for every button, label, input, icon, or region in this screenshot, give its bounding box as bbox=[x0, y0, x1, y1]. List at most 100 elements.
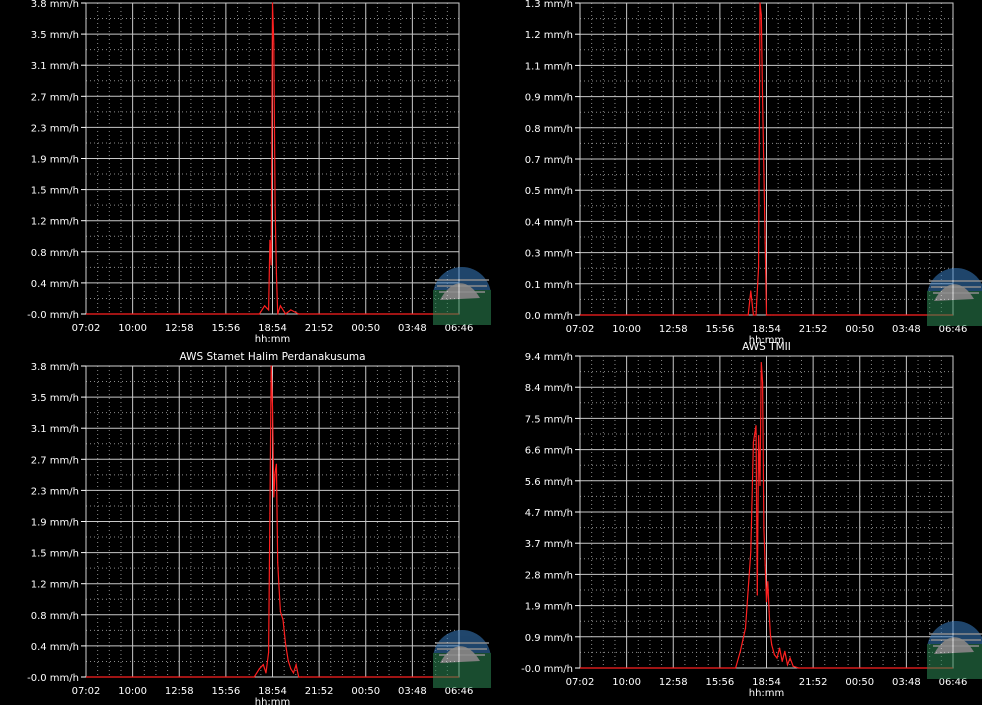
data-point bbox=[290, 309, 292, 311]
x-tick-label: 15:56 bbox=[211, 686, 240, 697]
x-tick-label: 15:56 bbox=[705, 324, 734, 335]
chart-panel-3: -0.0 mm/h 0.4 mm/h 0.8 mm/h 1.2 mm/h 1.5 mm/… bbox=[27, 351, 491, 705]
data-point bbox=[764, 564, 766, 566]
data-point bbox=[274, 471, 276, 473]
data-point bbox=[253, 676, 255, 678]
data-point bbox=[761, 98, 764, 100]
data-point bbox=[792, 665, 794, 667]
data-point bbox=[784, 650, 786, 653]
y-tick-label: 0.3 mm/h bbox=[525, 249, 573, 260]
x-tick-label: 07:02 bbox=[566, 324, 595, 335]
y-tick-label: 0.4 mm/h bbox=[525, 217, 573, 228]
y-tick-label: 0.8 mm/h bbox=[525, 124, 573, 135]
x-tick-label: 07:02 bbox=[72, 686, 101, 697]
data-point bbox=[763, 527, 765, 530]
data-point bbox=[275, 463, 278, 465]
y-tick-label: 0.0 mm/h bbox=[525, 311, 573, 322]
data-point bbox=[264, 305, 266, 307]
data-point bbox=[778, 647, 781, 649]
y-tick-label: 5.6 mm/h bbox=[525, 477, 573, 488]
data-point bbox=[760, 14, 762, 16]
data-point bbox=[765, 601, 768, 603]
data-point bbox=[767, 314, 769, 316]
chart-panel-2: 0.0 mm/h 0.1 mm/h 0.3 mm/h 0.4 mm/h 0.5 mm/h… bbox=[525, 0, 982, 346]
data-point bbox=[756, 594, 758, 596]
data-point bbox=[269, 239, 271, 241]
data-point bbox=[767, 581, 769, 583]
y-tick-label: 1.9 mm/h bbox=[31, 518, 79, 529]
data-point bbox=[760, 362, 762, 364]
y-tick-label: 0.4 mm/h bbox=[31, 279, 79, 290]
data-point bbox=[277, 313, 279, 315]
data-point bbox=[279, 610, 281, 613]
data-point bbox=[300, 676, 302, 678]
data-point bbox=[734, 667, 737, 669]
x-tick-label: 12:58 bbox=[659, 677, 688, 688]
y-tick-label: 3.8 mm/h bbox=[31, 0, 79, 10]
x-tick-label: 12:58 bbox=[659, 324, 688, 335]
data-point bbox=[786, 664, 789, 666]
data-point bbox=[292, 672, 295, 674]
data-point bbox=[258, 313, 261, 315]
data-point bbox=[755, 314, 757, 316]
data-point bbox=[739, 650, 741, 653]
data-point bbox=[284, 643, 287, 645]
data-point bbox=[270, 365, 272, 367]
y-tick-label: 1.5 mm/h bbox=[31, 186, 79, 197]
y-tick-label: 0.8 mm/h bbox=[31, 611, 79, 622]
data-point bbox=[273, 43, 275, 45]
x-axis-label: hh:mm bbox=[255, 697, 291, 705]
y-tick-label: 3.7 mm/h bbox=[525, 539, 573, 550]
data-point bbox=[267, 309, 270, 311]
data-point bbox=[772, 314, 774, 316]
x-tick-label: 00:50 bbox=[845, 324, 874, 335]
y-tick-label: 2.3 mm/h bbox=[31, 123, 79, 134]
data-point bbox=[290, 668, 292, 670]
y-tick-label: 0.8 mm/h bbox=[31, 248, 79, 259]
y-tick-label: 0.9 mm/h bbox=[525, 93, 573, 104]
y-tick-label: 2.7 mm/h bbox=[31, 92, 79, 103]
data-point bbox=[287, 660, 289, 662]
y-tick-label: 6.6 mm/h bbox=[525, 446, 573, 457]
data-point bbox=[752, 441, 755, 443]
x-tick-label: 18:54 bbox=[258, 323, 287, 334]
x-tick-label: 10:00 bbox=[612, 324, 641, 335]
data-point bbox=[750, 551, 752, 553]
y-tick-label: 2.3 mm/h bbox=[31, 486, 79, 497]
data-point bbox=[277, 561, 279, 564]
data-point bbox=[262, 664, 264, 666]
rainfall-charts: -0.0 mm/h 0.4 mm/h 0.8 mm/h 1.2 mm/h 1.5 mm/… bbox=[27, 0, 982, 705]
data-point bbox=[744, 627, 747, 629]
x-tick-label: 18:54 bbox=[752, 677, 781, 688]
y-tick-label: 3.5 mm/h bbox=[31, 393, 79, 404]
data-point bbox=[271, 406, 274, 408]
data-point bbox=[298, 676, 300, 678]
x-tick-label: 00:50 bbox=[351, 686, 380, 697]
y-tick-label: 0.4 mm/h bbox=[31, 642, 79, 653]
data-point bbox=[755, 425, 757, 427]
data-point bbox=[771, 644, 773, 646]
x-tick-label: 15:56 bbox=[705, 677, 734, 688]
y-tick-label: 3.8 mm/h bbox=[31, 362, 79, 373]
x-axis-label: hh:mm bbox=[749, 688, 785, 699]
x-tick-label: 07:02 bbox=[72, 323, 101, 334]
y-tick-label: 8.4 mm/h bbox=[525, 383, 573, 394]
x-tick-label: 21:52 bbox=[799, 324, 828, 335]
data-point bbox=[284, 313, 287, 315]
data-point bbox=[751, 302, 753, 304]
logo-watermark bbox=[433, 267, 491, 325]
x-tick-label: 00:50 bbox=[351, 323, 380, 334]
x-tick-label: 03:48 bbox=[892, 677, 921, 688]
x-tick-label: 10:00 bbox=[612, 677, 641, 688]
y-tick-label: 1.2 mm/h bbox=[31, 580, 79, 591]
x-tick-label: 12:58 bbox=[165, 686, 194, 697]
y-tick-label: 4.7 mm/h bbox=[525, 508, 573, 519]
y-tick-label: 1.9 mm/h bbox=[525, 602, 573, 613]
chart-panel-4: -0.0 mm/h 0.9 mm/h 1.9 mm/h 2.8 mm/h 3.7 mm/… bbox=[521, 341, 982, 699]
data-point bbox=[278, 586, 280, 588]
y-tick-label: 1.3 mm/h bbox=[525, 0, 573, 10]
logo-watermark bbox=[927, 621, 982, 679]
data-point bbox=[269, 512, 271, 514]
data-point bbox=[747, 314, 749, 316]
data-point bbox=[769, 314, 772, 316]
